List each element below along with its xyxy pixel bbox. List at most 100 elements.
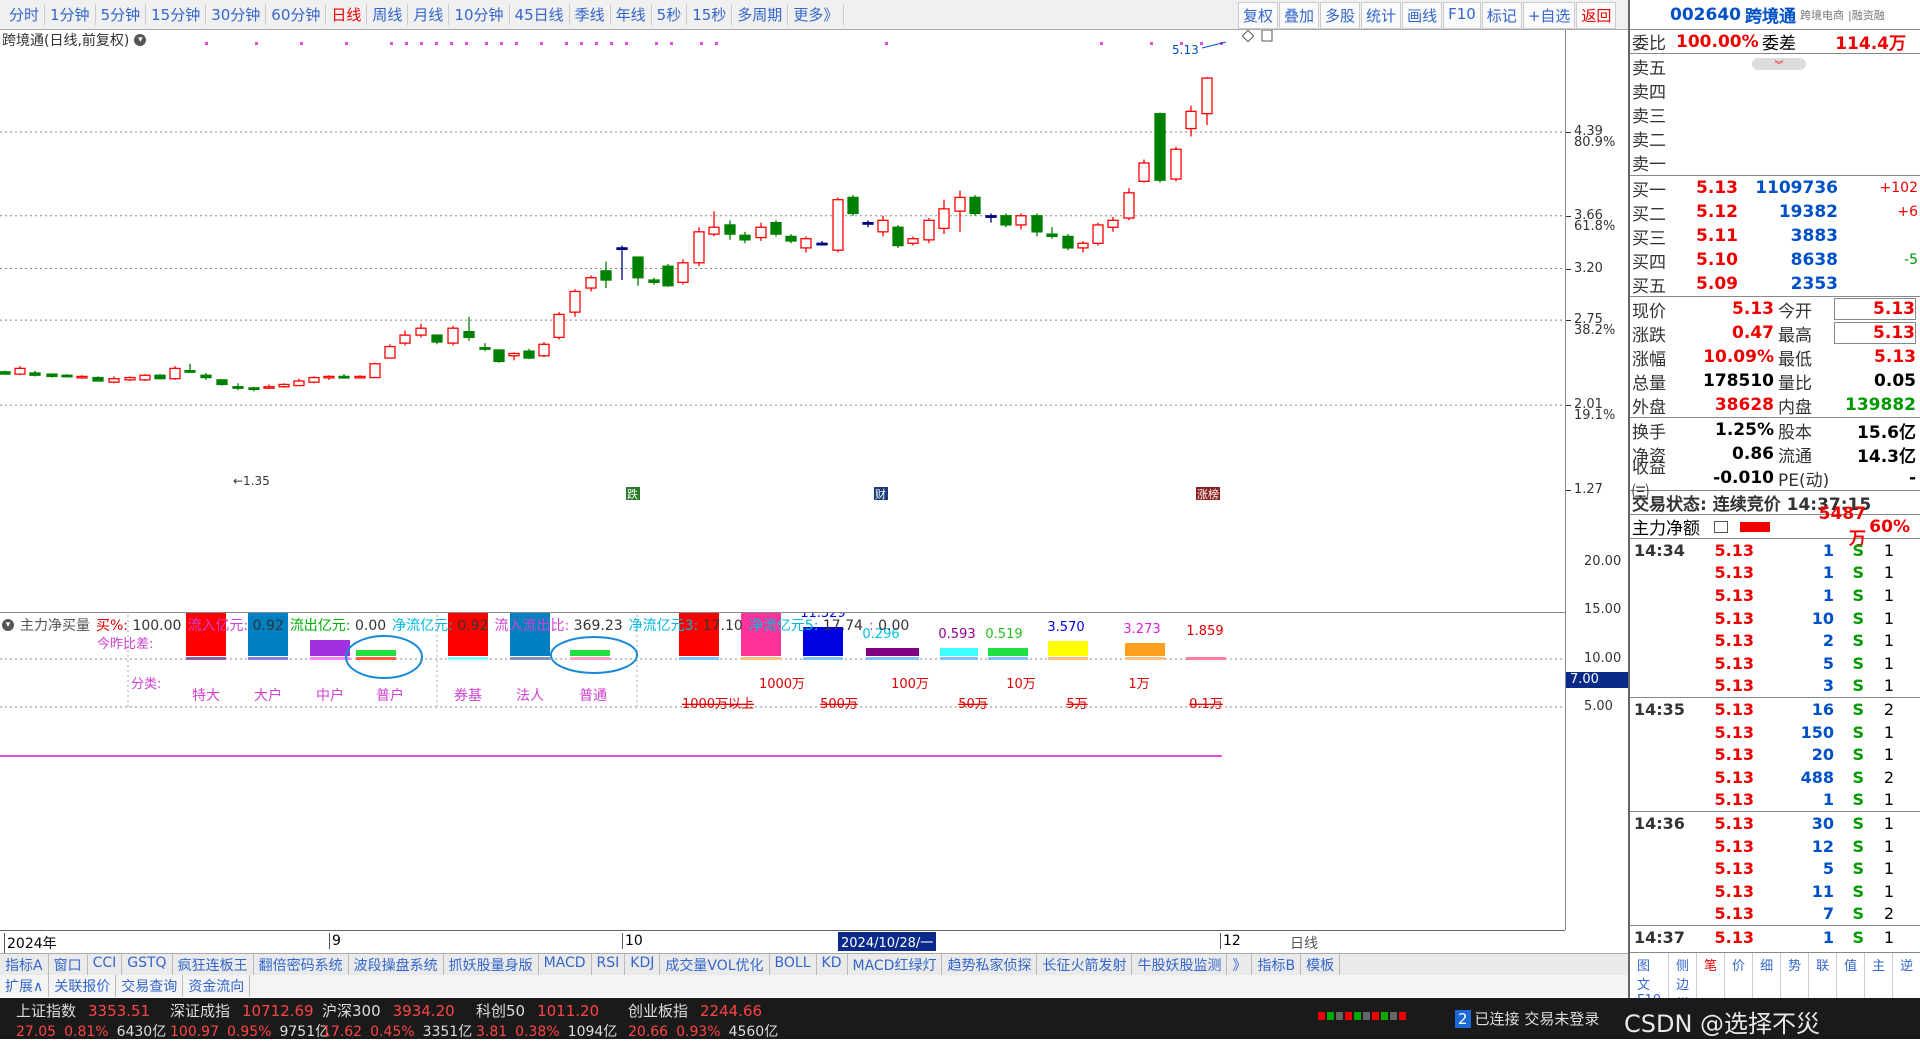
indicator-tab-5[interactable]: 翻倍密码系统 (254, 954, 349, 975)
diamond-icon[interactable] (1241, 29, 1255, 43)
kline-chart[interactable]: 跨境通(日线,前复权) ▾ ←1.35 5.13 跌 财 涨榜 (0, 29, 1565, 613)
period-tab-15[interactable]: 多周期 (732, 4, 789, 25)
indicator-tab-9[interactable]: RSI (592, 954, 626, 975)
list-icon[interactable] (1714, 520, 1728, 533)
indicator-tab-0[interactable]: 指标A (0, 954, 49, 975)
buy-row-0[interactable]: 买一 5.13 1109736 +102 (1630, 176, 1920, 201)
stock-tag[interactable]: 跨境电商 (1800, 7, 1844, 23)
period-tab-3[interactable]: 15分钟 (146, 4, 207, 25)
tick-row-17: 14:37 5.13 1 S 1 (1630, 926, 1920, 949)
indicator-tab-19[interactable]: 指标B (1252, 954, 1302, 975)
fund-flow-panel[interactable]: ▾ 主力净买量 买%: 100.00 流入亿元: 0.92 流出亿元: 0.00 净流… (0, 519, 1565, 921)
period-tab-6[interactable]: 日线 (326, 4, 368, 25)
toolbar-btn-6[interactable]: 标记 (1481, 2, 1522, 29)
indicator-tab-10[interactable]: KDJ (625, 954, 661, 975)
indicator-tab-1[interactable]: 窗口 (49, 954, 88, 975)
period-tab-13[interactable]: 5秒 (652, 4, 688, 25)
period-tab-9[interactable]: 10分钟 (449, 4, 510, 25)
sell-row-2[interactable]: 卖三 (1630, 102, 1920, 127)
indicator-tab-4[interactable]: 疯狂连板王 (173, 954, 254, 975)
buy-row-4[interactable]: 买五 5.09 2353 (1630, 272, 1920, 297)
tool-tab-2[interactable]: 交易查询 (116, 975, 184, 997)
toolbar-btn-5[interactable]: F10 (1443, 2, 1481, 29)
tick-row-8: 5.13 150 S 1 (1630, 721, 1920, 744)
stock-tag-2[interactable]: |融资融 (1848, 7, 1885, 23)
buy-volume: 8638 (1790, 250, 1838, 270)
period-tab-2[interactable]: 5分钟 (96, 4, 147, 25)
indicator-tab-16[interactable]: 长征火箭发射 (1037, 954, 1133, 975)
period-tab-4[interactable]: 30分钟 (206, 4, 267, 25)
tick-list[interactable]: 14:34 5.13 1 S 1 5.13 1 S 1 5.13 1 S 1 5.13 10 S 1 5.13 2 S… (1630, 539, 1920, 949)
panel-toggle-icon[interactable] (1261, 29, 1273, 42)
period-tab-14[interactable]: 15秒 (687, 4, 733, 25)
period-tab-16[interactable]: 更多》 (788, 4, 845, 25)
toolbar-btn-7[interactable]: +自选 (1522, 2, 1576, 29)
connection-status[interactable]: 2 已连接 交易未登录 (1455, 1008, 1599, 1029)
indicator-tab-12[interactable]: BOLL (770, 954, 817, 975)
sell-row-4[interactable]: 卖一 (1630, 150, 1920, 175)
indicator-tab-14[interactable]: MACD红绿灯 (848, 954, 943, 975)
indicator-tab-17[interactable]: 牛股妖股监测 (1132, 954, 1228, 975)
collapse-icon[interactable]: ▾ (2, 619, 14, 631)
tick-count: 1 (1883, 790, 1894, 810)
period-tab-0[interactable]: 分时 (4, 4, 46, 25)
toolbar-btn-4[interactable]: 画线 (1402, 2, 1443, 29)
indicator-tab-8[interactable]: MACD (539, 954, 592, 975)
toolbar-btn-2[interactable]: 多股 (1320, 2, 1361, 29)
tick-row-3: 5.13 10 S 1 (1630, 607, 1920, 630)
index-4[interactable]: 创业板指 2244.66 20.66 0.93% 4560亿 (628, 1000, 778, 1041)
tick-count: 1 (1883, 608, 1894, 628)
tick-row-12: 14:36 5.13 30 S 1 (1630, 812, 1920, 835)
index-2[interactable]: 沪深300 3934.20 17.62 0.45% 3351亿 (322, 1000, 472, 1041)
expand-icon[interactable]: ︾ (1752, 58, 1806, 71)
period-tab-7[interactable]: 周线 (367, 4, 409, 25)
indicator-tab-7[interactable]: 抓妖股量身版 (444, 954, 539, 975)
period-tab-1[interactable]: 1分钟 (45, 4, 96, 25)
signal-bar (1363, 1012, 1370, 1020)
candle-1 (14, 366, 26, 376)
tool-tab-0[interactable]: 扩展∧ (0, 975, 50, 997)
index-0[interactable]: 上证指数 3353.51 27.05 0.81% 6430亿 (16, 1000, 166, 1041)
tick-side: S (1852, 608, 1864, 628)
period-tab-10[interactable]: 45日线 (510, 4, 570, 25)
time-tick-3: 12 (1220, 933, 1241, 949)
event-marker-2[interactable]: 涨榜 (1196, 487, 1220, 501)
indicator-tab-18[interactable]: 》 (1227, 954, 1253, 975)
toolbar-btn-8[interactable]: 返回 (1576, 2, 1617, 29)
index-3[interactable]: 科创50 1011.20 3.81 0.38% 1094亿 (476, 1000, 626, 1041)
indicator-tab-2[interactable]: CCI (88, 954, 123, 975)
value-g3-6: 3.570 (1047, 620, 1084, 635)
event-marker-0[interactable]: 跌 (626, 487, 640, 501)
tick-price: 5.13 (1714, 585, 1754, 605)
weibi-label: 委比 (1632, 34, 1666, 54)
indicator-tab-6[interactable]: 波段操盘系统 (349, 954, 444, 975)
indicator-tab-15[interactable]: 趋势私家侦探 (942, 954, 1038, 975)
toolbar-btn-1[interactable]: 叠加 (1279, 2, 1320, 29)
period-tab-8[interactable]: 月线 (408, 4, 450, 25)
buy-row-2[interactable]: 买三 5.11 3883 (1630, 224, 1920, 249)
indicator-tab-3[interactable]: GSTQ (122, 954, 173, 975)
buy-change: +102 (1879, 180, 1918, 196)
buy-row-1[interactable]: 买二 5.12 19382 +6 (1630, 200, 1920, 225)
bar-g3-base-8 (1186, 657, 1226, 660)
period-tab-5[interactable]: 60分钟 (266, 4, 327, 25)
tool-tab-3[interactable]: 资金流向 (183, 975, 251, 997)
buy-row-3[interactable]: 买四 5.10 8638 -5 (1630, 248, 1920, 273)
time-tick-1: 9 (329, 933, 341, 949)
indicator-tab-11[interactable]: 成交量VOL优化 (660, 954, 770, 975)
tick-price: 5.13 (1714, 790, 1754, 810)
indicator-tab-13[interactable]: KD (817, 954, 848, 975)
toolbar-btn-0[interactable]: 复权 (1238, 2, 1279, 29)
period-tab-11[interactable]: 季线 (570, 4, 611, 25)
event-marker-1[interactable]: 财 (874, 487, 888, 501)
sell-row-1[interactable]: 卖四 (1630, 78, 1920, 103)
indicator-tab-20[interactable]: 模板 (1301, 954, 1341, 975)
toolbar-btn-3[interactable]: 统计 (1361, 2, 1402, 29)
tool-tab-1[interactable]: 关联报价 (49, 975, 117, 997)
stat-label-2: 量比 (1778, 373, 1812, 394)
index-1[interactable]: 深证成指 10712.69 100.97 0.95% 9751亿 (170, 1000, 329, 1041)
sell-row-3[interactable]: 卖二 (1630, 126, 1920, 151)
index-pct: 0.95% (227, 1024, 272, 1040)
chart-menu-icon[interactable]: ▾ (134, 34, 147, 46)
period-tab-12[interactable]: 年线 (611, 4, 652, 25)
